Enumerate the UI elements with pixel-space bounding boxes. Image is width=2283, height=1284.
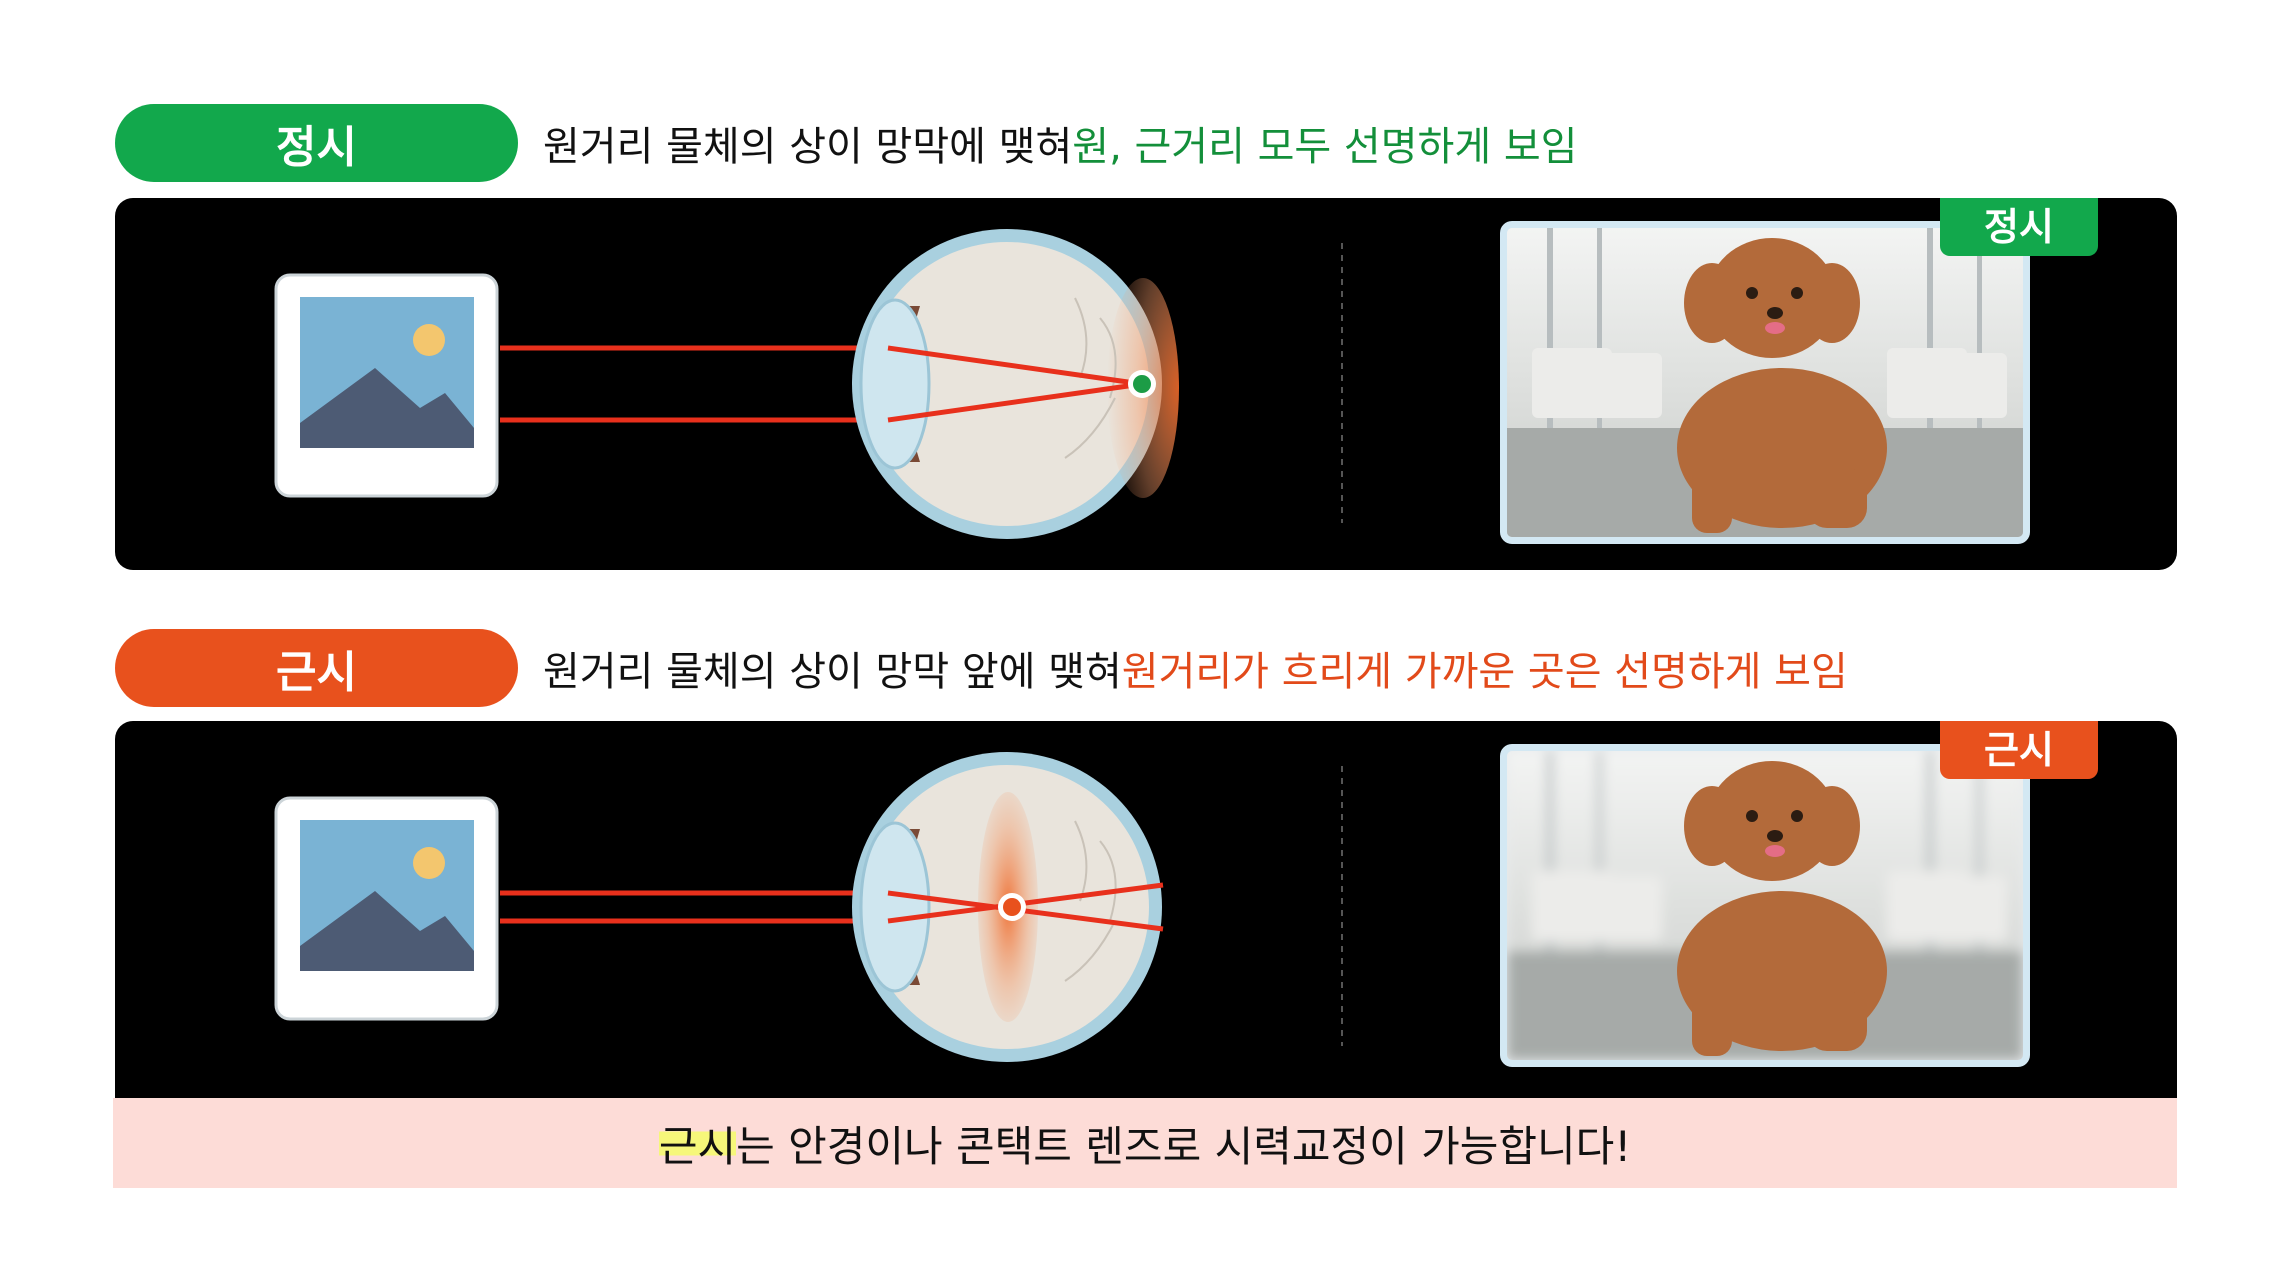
- section-header-emmetropia: 정시 원거리 물체의 상이 망막에 맺혀 원, 근거리 모두 선명하게 보임: [115, 104, 2175, 182]
- section-header-myopia: 근시 원거리 물체의 상이 망막 앞에 맺혀 원거리가 흐리게 가까운 곳은 선…: [115, 629, 2175, 707]
- image-icon: [274, 796, 499, 1021]
- badge-emmetropia: 정시: [1940, 198, 2098, 256]
- desc-plain: 원거리 물체의 상이 망막에 맺혀: [543, 124, 1073, 170]
- label-pill: 정시: [115, 104, 518, 182]
- desc-accent: 원거리가 흐리게 가까운 곳은 선명하게 보임: [1121, 649, 1848, 695]
- diagram-panel-myopia: 근시: [115, 721, 2177, 1098]
- dog-photo: [1500, 221, 2030, 544]
- section-description: 원거리 물체의 상이 망막에 맺혀 원, 근거리 모두 선명하게 보임: [543, 104, 1577, 182]
- footer-highlight: 근시: [658, 1112, 737, 1174]
- desc-accent: 원, 근거리 모두 선명하게 보임: [1072, 124, 1578, 170]
- image-icon: [274, 273, 499, 498]
- badge-myopia: 근시: [1940, 721, 2098, 779]
- light-rays: [500, 345, 888, 423]
- light-rays: [500, 890, 888, 924]
- footer-note: 근시 는 안경이나 콘택트 렌즈로 시력교정이 가능합니다!: [113, 1098, 2177, 1188]
- section-description: 원거리 물체의 상이 망막 앞에 맺혀 원거리가 흐리게 가까운 곳은 선명하게…: [543, 629, 1848, 707]
- desc-plain: 원거리 물체의 상이 망막 앞에 맺혀: [543, 649, 1122, 695]
- footer-text: 는 안경이나 콘택트 렌즈로 시력교정이 가능합니다!: [736, 1121, 1632, 1171]
- diagram-panel-emmetropia: 정시: [115, 198, 2177, 570]
- label-pill: 근시: [115, 629, 518, 707]
- dog-photo-blurred: [1500, 744, 2030, 1067]
